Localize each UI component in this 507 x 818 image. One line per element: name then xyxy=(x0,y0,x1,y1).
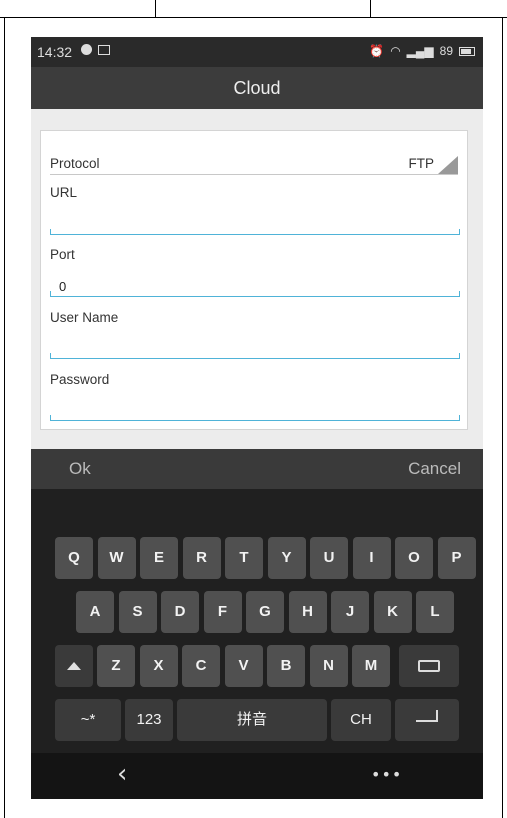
key-q[interactable]: Q xyxy=(55,537,93,579)
protocol-value: FTP xyxy=(408,156,435,171)
dialog-background: Protocol FTP URL Port 0 User Name Passwo… xyxy=(31,109,483,449)
key-l[interactable]: L xyxy=(416,591,454,633)
symbols-key[interactable]: ~* xyxy=(55,699,121,741)
more-icon[interactable]: ••• xyxy=(371,765,402,784)
back-icon[interactable]: ‹ xyxy=(117,759,127,789)
shift-key[interactable] xyxy=(55,645,93,687)
soft-keyboard: ~* 123 拼音 CH QWERTYUIOP ASDFGHJKL ZXCVBNM xyxy=(31,489,483,753)
enter-icon xyxy=(416,710,438,723)
key-b[interactable]: B xyxy=(267,645,305,687)
key-j[interactable]: J xyxy=(331,591,369,633)
status-right-icons: ⏰ ◠ ▂▄▆ 89 xyxy=(369,44,475,58)
symbols-key-label: ~* xyxy=(80,711,96,728)
key-m[interactable]: M xyxy=(352,645,390,687)
phone-screen: 14:32 ⏰ ◠ ▂▄▆ 89 Cloud Protocol FTP URL xyxy=(31,37,483,799)
key-n[interactable]: N xyxy=(309,645,348,687)
key-e[interactable]: E xyxy=(140,537,178,579)
chat-notification-icon xyxy=(81,44,92,55)
cancel-button[interactable]: Cancel xyxy=(408,459,461,479)
backspace-icon xyxy=(418,660,440,673)
key-y[interactable]: Y xyxy=(267,537,306,579)
status-time: 14:32 xyxy=(37,44,73,60)
frame-right-border xyxy=(502,18,503,818)
frame-divider xyxy=(370,0,371,18)
frame-divider xyxy=(155,0,156,18)
navigation-bar: ‹ ••• xyxy=(31,753,483,799)
key-g[interactable]: G xyxy=(246,591,284,633)
protocol-row: Protocol FTP xyxy=(50,154,458,175)
username-label: User Name xyxy=(50,310,119,325)
key-r[interactable]: R xyxy=(182,537,221,579)
language-key-label: CH xyxy=(350,711,372,728)
key-u[interactable]: U xyxy=(310,537,348,579)
url-input[interactable] xyxy=(50,220,460,235)
key-c[interactable]: C xyxy=(182,645,220,687)
port-label: Port xyxy=(50,247,75,262)
key-p[interactable]: P xyxy=(437,537,476,579)
spinner-triangle-icon xyxy=(438,156,458,174)
ok-button[interactable]: Ok xyxy=(69,459,91,479)
image-notification-icon xyxy=(98,44,110,55)
page-title: Cloud xyxy=(31,67,483,109)
protocol-spinner[interactable]: FTP xyxy=(388,154,458,174)
dialog-action-bar: Ok Cancel xyxy=(31,449,483,489)
key-x[interactable]: X xyxy=(139,645,178,687)
language-key[interactable]: CH xyxy=(331,699,391,741)
numbers-key-label: 123 xyxy=(136,711,162,728)
protocol-label: Protocol xyxy=(50,156,100,171)
key-z[interactable]: Z xyxy=(97,645,135,687)
battery-icon xyxy=(459,46,475,56)
battery-level: 89 xyxy=(439,44,453,58)
space-key[interactable]: 拼音 xyxy=(177,699,327,741)
backspace-key[interactable] xyxy=(399,645,459,687)
key-o[interactable]: O xyxy=(395,537,433,579)
notification-icons xyxy=(81,44,110,55)
key-t[interactable]: T xyxy=(225,537,263,579)
key-a[interactable]: A xyxy=(76,591,114,633)
port-value: 0 xyxy=(59,279,67,294)
enter-key[interactable] xyxy=(395,699,459,741)
key-i[interactable]: I xyxy=(352,537,391,579)
username-input[interactable] xyxy=(50,344,460,359)
wifi-icon: ◠ xyxy=(390,44,401,58)
cloud-settings-form: Protocol FTP URL Port 0 User Name Passwo… xyxy=(40,130,468,430)
alarm-icon: ⏰ xyxy=(369,44,385,58)
signal-icon: ▂▄▆ xyxy=(406,44,434,58)
frame-left-border xyxy=(4,18,5,818)
key-s[interactable]: S xyxy=(118,591,157,633)
key-f[interactable]: F xyxy=(203,591,242,633)
key-k[interactable]: K xyxy=(373,591,412,633)
shift-icon xyxy=(67,662,81,671)
numbers-key[interactable]: 123 xyxy=(125,699,173,741)
password-input[interactable] xyxy=(50,406,460,421)
key-h[interactable]: H xyxy=(288,591,327,633)
url-label: URL xyxy=(50,185,78,200)
key-d[interactable]: D xyxy=(161,591,199,633)
document-frame-top xyxy=(0,0,507,18)
status-bar: 14:32 ⏰ ◠ ▂▄▆ 89 xyxy=(31,37,483,67)
space-key-label: 拼音 xyxy=(236,711,267,728)
key-w[interactable]: W xyxy=(97,537,136,579)
password-label: Password xyxy=(50,372,110,387)
port-input[interactable]: 0 xyxy=(50,279,460,297)
key-v[interactable]: V xyxy=(224,645,263,687)
